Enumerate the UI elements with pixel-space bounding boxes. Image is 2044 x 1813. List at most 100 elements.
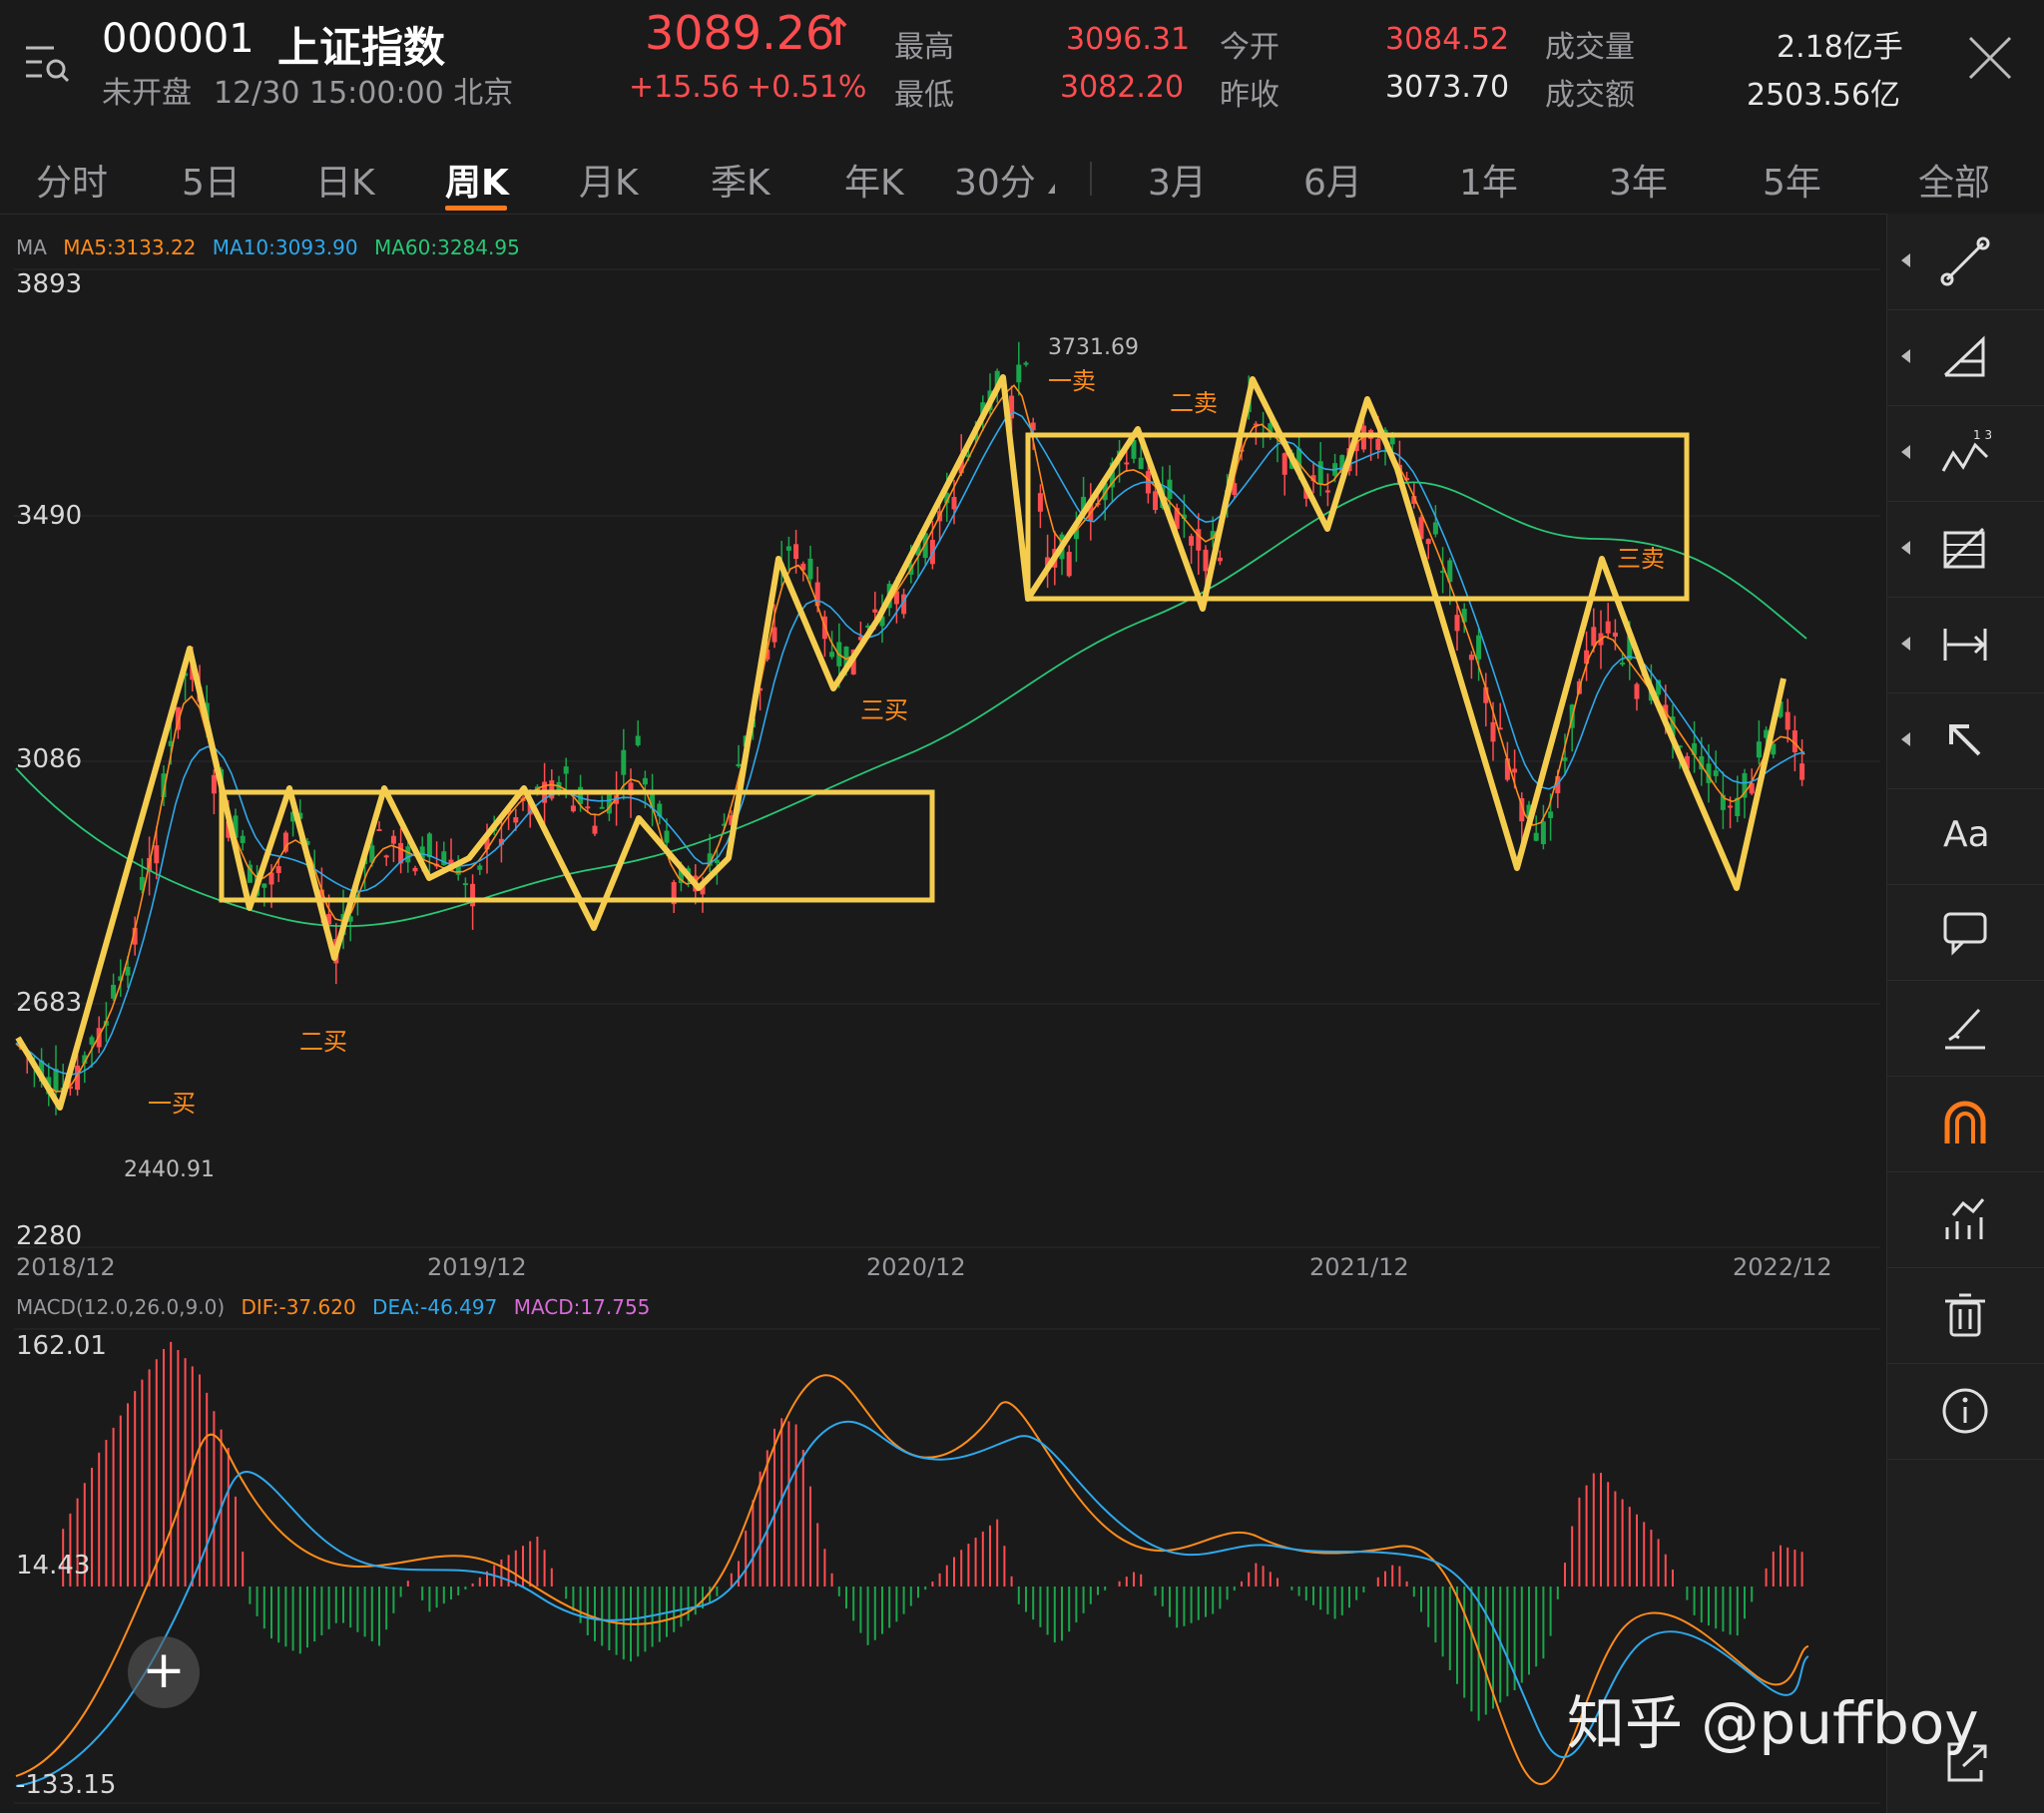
candle-body — [462, 883, 468, 886]
macd-legend: MACD(12.0,26.0,9.0) DIF:-37.620 DEA:-46.… — [16, 1295, 650, 1319]
tool-info[interactable] — [1887, 1363, 2044, 1460]
chan-zigzag-line — [15, 374, 1787, 1111]
dropdown-caret-icon[interactable] — [1048, 184, 1055, 194]
line-draw-icon — [1940, 236, 1990, 286]
candle-body — [1785, 711, 1790, 730]
candle-body — [1454, 615, 1460, 632]
tool-comment[interactable] — [1887, 884, 2044, 981]
candle-body — [1540, 821, 1546, 844]
tool-chart[interactable] — [1887, 1171, 2044, 1268]
tab-daily-k[interactable]: 日K — [315, 154, 375, 206]
candle-body — [1425, 539, 1431, 545]
tab-5day[interactable]: 5日 — [182, 154, 241, 206]
tab-3year[interactable]: 3年 — [1609, 154, 1668, 206]
svg-text:1 3: 1 3 — [1973, 428, 1991, 442]
low-price-label: 2440.91 — [124, 1157, 215, 1182]
candle-body — [592, 825, 598, 834]
candle-body — [1189, 536, 1195, 546]
quote-header: 000001 上证指数 未开盘 12/30 15:00:00 北京 3089.2… — [0, 0, 2044, 140]
candle-body — [89, 1037, 95, 1045]
candle-body — [1533, 832, 1539, 841]
add-crosshair-button[interactable]: + — [128, 1636, 200, 1708]
candle-body — [1562, 757, 1568, 761]
candle-body — [513, 816, 519, 823]
stat-value-low: 3082.20 — [1060, 70, 1185, 105]
candle-body — [1620, 663, 1626, 666]
annotation-second-sell: 二卖 — [1170, 389, 1218, 417]
candle-body — [1756, 741, 1762, 758]
annotation-third-buy: 三买 — [860, 696, 908, 724]
candle-body — [1375, 438, 1381, 450]
tab-6month[interactable]: 6月 — [1303, 154, 1362, 206]
candle-body — [211, 774, 217, 794]
tool-triangle[interactable] — [1887, 309, 2044, 406]
tool-arrow[interactable] — [1887, 692, 2044, 789]
fib-grid-icon — [1943, 527, 1985, 569]
tab-quarterly-k[interactable]: 季K — [711, 154, 770, 206]
candle-body — [1713, 770, 1719, 776]
tab-intraday[interactable]: 分时 — [36, 154, 108, 206]
stat-label-volume: 成交量 — [1545, 30, 1635, 65]
y-tick-main-2: 3086 — [16, 744, 83, 774]
candle-body — [405, 846, 411, 863]
candle-body — [1490, 721, 1496, 742]
close-icon[interactable] — [1966, 34, 2014, 82]
stat-label-open: 今开 — [1220, 30, 1279, 65]
candle-body — [635, 735, 641, 745]
tool-range[interactable] — [1887, 597, 2044, 693]
stat-value-volume: 2.18亿手 — [1777, 30, 1903, 65]
candle-body — [125, 966, 131, 976]
tab-30min[interactable]: 30分 — [954, 154, 1036, 206]
candle-body — [793, 544, 799, 560]
candle-body — [261, 883, 267, 888]
annotation-third-sell: 三卖 — [1617, 545, 1665, 573]
candle-body — [807, 558, 813, 580]
candle-body — [1124, 462, 1130, 465]
candlestick-series — [17, 341, 1805, 1116]
candle-body — [1548, 811, 1554, 818]
macd-y-tick-2: -133.15 — [16, 1770, 117, 1800]
tool-pen[interactable] — [1887, 980, 2044, 1077]
stat-value-turnover: 2503.56亿 — [1747, 78, 1901, 113]
stat-value-high: 3096.31 — [1066, 22, 1191, 57]
macd-panel — [15, 1341, 1809, 1787]
candle-body — [376, 829, 382, 832]
tab-1year[interactable]: 1年 — [1459, 154, 1518, 206]
tool-wave[interactable]: 1 3 — [1887, 405, 2044, 502]
tab-monthly-k[interactable]: 月K — [579, 154, 639, 206]
comment-icon — [1943, 912, 1987, 956]
candle-body — [585, 806, 591, 809]
candle-body — [1324, 490, 1330, 493]
index-name: 上证指数 — [277, 23, 446, 72]
tab-all[interactable]: 全部 — [1918, 154, 1990, 206]
candle-body — [570, 805, 576, 812]
candle-body — [1016, 364, 1022, 383]
menu-search-icon[interactable] — [24, 40, 72, 88]
tab-3month[interactable]: 3月 — [1148, 154, 1207, 206]
candle-body — [412, 867, 418, 872]
tool-line[interactable] — [1887, 214, 2044, 310]
text-icon: Aa — [1943, 814, 1990, 855]
info-icon — [1942, 1388, 1988, 1434]
tab-5year[interactable]: 5年 — [1763, 154, 1821, 206]
tab-weekly-k[interactable]: 周K — [445, 154, 509, 206]
tab-yearly-k[interactable]: 年K — [844, 154, 904, 206]
tool-magnet[interactable] — [1887, 1076, 2044, 1172]
candle-body — [53, 1069, 59, 1092]
stat-value-open: 3084.52 — [1385, 22, 1510, 57]
pivot-box-1 — [219, 789, 935, 903]
kline-chart[interactable] — [0, 214, 1886, 1813]
ma10-line — [15, 411, 1805, 1076]
candle-body — [1612, 632, 1618, 637]
candle-body — [1468, 655, 1474, 661]
tool-text[interactable]: Aa — [1887, 788, 2044, 885]
market-status: 未开盘 — [102, 76, 192, 111]
tool-trash[interactable] — [1887, 1267, 2044, 1364]
ma-prefix: MA — [16, 235, 47, 259]
annotation-first-buy: 一买 — [148, 1090, 196, 1118]
candle-body — [1799, 763, 1805, 780]
candle-body — [1317, 461, 1323, 484]
tool-fib[interactable] — [1887, 501, 2044, 598]
range-measure-icon — [1943, 629, 1987, 661]
macd-dif-value: DIF:-37.620 — [241, 1295, 356, 1319]
